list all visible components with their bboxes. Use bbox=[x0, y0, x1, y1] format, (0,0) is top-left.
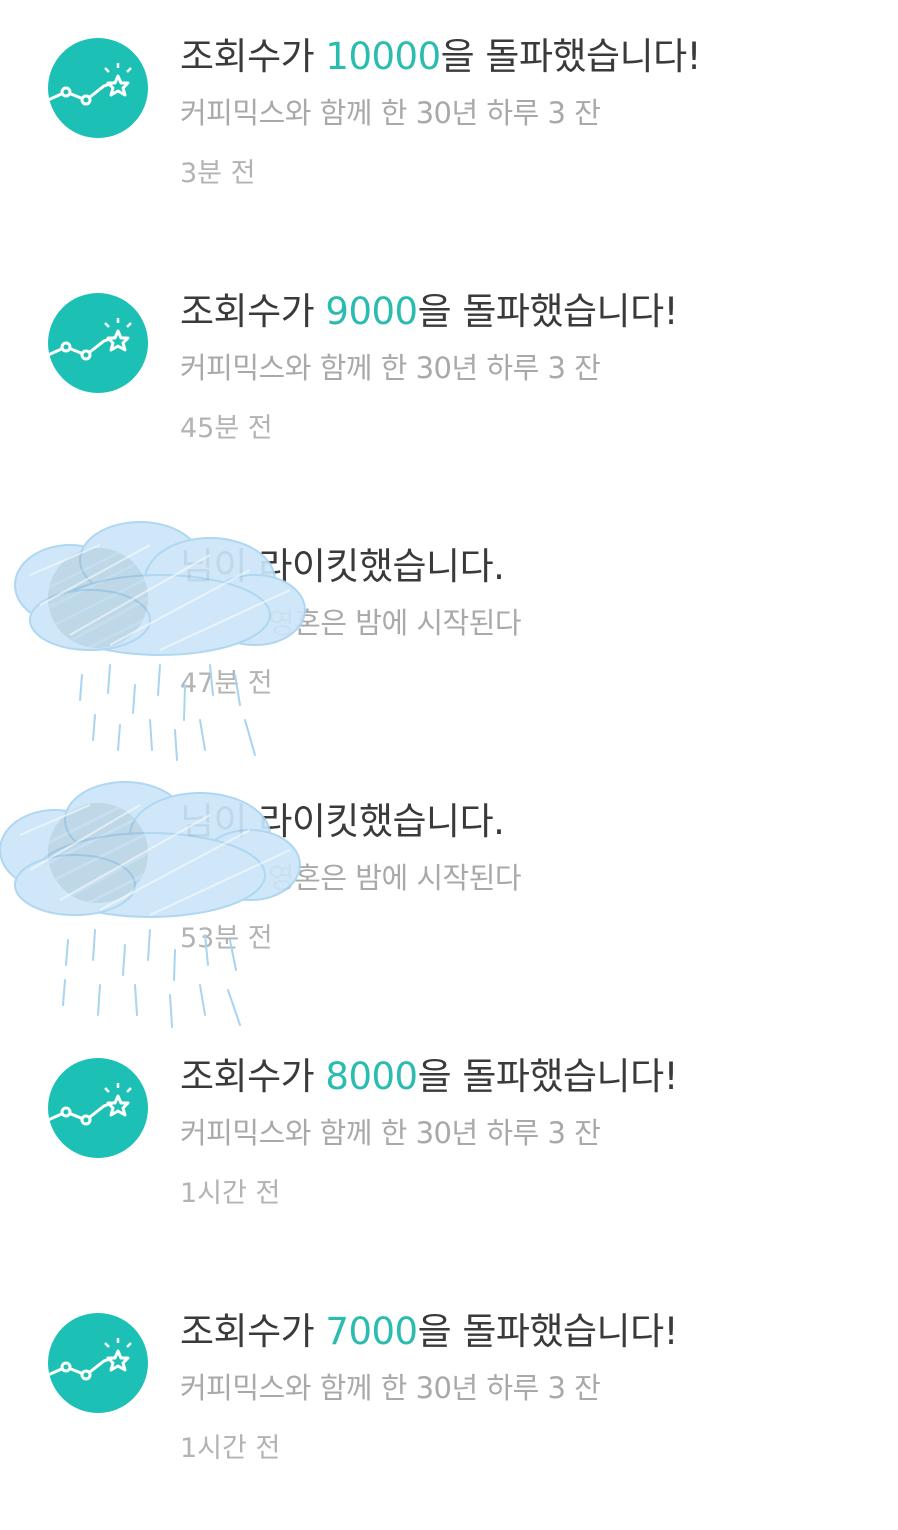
view-count: 8000 bbox=[325, 1055, 418, 1098]
post-title: 커피믹스와 함께 한 30년 하루 3 잔 bbox=[180, 96, 601, 130]
timestamp: 53분 전 bbox=[180, 923, 273, 954]
post-title: 영혼은 밤에 시작된다 bbox=[268, 861, 522, 895]
timestamp: 1시간 전 bbox=[180, 1433, 281, 1464]
chart-star-icon bbox=[48, 1313, 148, 1413]
notification-list: 조회수가 10000을 돌파했습니다! 커피믹스와 함께 한 30년 하루 3 … bbox=[0, 0, 898, 1507]
post-title: 커피믹스와 함께 한 30년 하루 3 잔 bbox=[180, 351, 601, 385]
notification-item[interactable]: 조회수가 10000을 돌파했습니다! 커피믹스와 함께 한 30년 하루 3 … bbox=[0, 0, 898, 255]
notification-item[interactable]: 님이 라이킷했습니다. 영혼은 밤에 시작된다 47분 전 bbox=[0, 510, 898, 765]
view-count: 9000 bbox=[325, 290, 418, 333]
notification-title: 님이 라이킷했습니다. bbox=[180, 800, 505, 843]
post-title: 커피믹스와 함께 한 30년 하루 3 잔 bbox=[180, 1371, 601, 1405]
post-title: 영혼은 밤에 시작된다 bbox=[268, 606, 522, 640]
chart-star-icon bbox=[48, 38, 148, 138]
timestamp: 3분 전 bbox=[180, 158, 256, 189]
timestamp: 1시간 전 bbox=[180, 1178, 281, 1209]
notification-title: 조회수가 7000을 돌파했습니다! bbox=[180, 1310, 678, 1353]
chart-star-icon bbox=[48, 293, 148, 393]
chart-star-icon bbox=[48, 1058, 148, 1158]
notification-title: 조회수가 9000을 돌파했습니다! bbox=[180, 290, 678, 333]
notification-item[interactable]: 님이 라이킷했습니다. 영혼은 밤에 시작된다 53분 전 bbox=[0, 765, 898, 1020]
view-count: 10000 bbox=[325, 35, 441, 78]
post-title: 커피믹스와 함께 한 30년 하루 3 잔 bbox=[180, 1116, 601, 1150]
notification-title: 님이 라이킷했습니다. bbox=[180, 545, 505, 588]
timestamp: 45분 전 bbox=[180, 413, 273, 444]
user-avatar[interactable] bbox=[48, 803, 148, 903]
notification-item[interactable]: 조회수가 8000을 돌파했습니다! 커피믹스와 함께 한 30년 하루 3 잔… bbox=[0, 1020, 898, 1275]
notification-title: 조회수가 8000을 돌파했습니다! bbox=[180, 1055, 678, 1098]
timestamp: 47분 전 bbox=[180, 668, 273, 699]
view-count: 7000 bbox=[325, 1310, 418, 1353]
notification-item[interactable]: 조회수가 7000을 돌파했습니다! 커피믹스와 함께 한 30년 하루 3 잔… bbox=[0, 1275, 898, 1530]
user-avatar[interactable] bbox=[48, 548, 148, 648]
notification-item[interactable]: 조회수가 9000을 돌파했습니다! 커피믹스와 함께 한 30년 하루 3 잔… bbox=[0, 255, 898, 510]
notification-title: 조회수가 10000을 돌파했습니다! bbox=[180, 35, 702, 78]
